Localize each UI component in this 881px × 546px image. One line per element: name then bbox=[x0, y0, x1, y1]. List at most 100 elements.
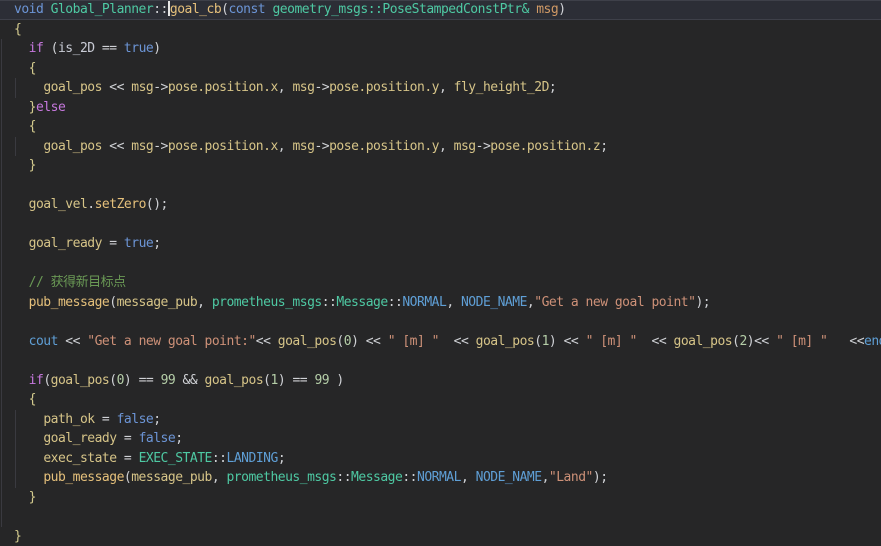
code-token bbox=[14, 295, 29, 310]
code-token: -> bbox=[476, 139, 491, 154]
indent-guide bbox=[1, 488, 2, 508]
code-token: LANDING bbox=[227, 451, 278, 466]
code-token: ); bbox=[593, 470, 608, 485]
code-token: { bbox=[14, 61, 36, 76]
code-line[interactable]: if(goal_pos(0) == 99 && goal_pos(1) == 9… bbox=[0, 371, 881, 391]
indent-guide bbox=[15, 410, 16, 430]
code-token: } bbox=[14, 490, 36, 505]
code-token: is_2D bbox=[58, 41, 95, 56]
code-token: ( bbox=[534, 334, 541, 349]
code-line[interactable] bbox=[0, 312, 881, 332]
code-line[interactable]: goal_ready = false; bbox=[0, 429, 881, 449]
code-token: prometheus_msgs bbox=[226, 470, 336, 485]
code-line[interactable]: goal_vel.setZero(); bbox=[0, 195, 881, 215]
code-token: = bbox=[95, 412, 117, 427]
code-token: { bbox=[14, 392, 36, 407]
code-token: message_pub bbox=[117, 295, 198, 310]
code-token: msg bbox=[131, 139, 153, 154]
code-token: msg bbox=[131, 80, 153, 95]
code-token: ( bbox=[221, 2, 228, 17]
code-token: NORMAL bbox=[402, 295, 446, 310]
code-token: const bbox=[229, 2, 273, 17]
code-line[interactable]: }else bbox=[0, 98, 881, 118]
indent-guide bbox=[15, 449, 16, 469]
code-token: = bbox=[117, 431, 139, 446]
code-line[interactable]: { bbox=[0, 117, 881, 137]
code-token: " [m] " bbox=[586, 334, 637, 349]
code-line[interactable] bbox=[0, 351, 881, 371]
indent-guide bbox=[1, 351, 2, 371]
code-token: ( bbox=[336, 334, 343, 349]
code-token: ( bbox=[109, 373, 116, 388]
code-token bbox=[14, 139, 43, 154]
code-line[interactable]: goal_ready = true; bbox=[0, 234, 881, 254]
code-token bbox=[14, 236, 29, 251]
code-token: fly_height_2D bbox=[454, 80, 549, 95]
code-token: path_ok bbox=[43, 412, 94, 427]
code-line[interactable] bbox=[0, 507, 881, 527]
code-token: EXEC_STATE bbox=[139, 451, 212, 466]
code-line[interactable]: pub_message(message_pub, prometheus_msgs… bbox=[0, 293, 881, 313]
code-token: ) bbox=[558, 2, 565, 17]
indent-guide bbox=[1, 507, 2, 527]
code-editor[interactable]: void Global_Planner::goal_cb(const geome… bbox=[0, 0, 881, 546]
code-token bbox=[14, 373, 29, 388]
code-line[interactable]: pub_message(message_pub, prometheus_msgs… bbox=[0, 468, 881, 488]
code-token: << bbox=[58, 334, 87, 349]
code-line[interactable]: goal_pos << msg->pose.position.x, msg->p… bbox=[0, 78, 881, 98]
code-line[interactable]: // 获得新目标点 bbox=[0, 273, 881, 293]
code-line[interactable] bbox=[0, 176, 881, 196]
code-line[interactable]: { bbox=[0, 59, 881, 79]
code-token: 2 bbox=[739, 334, 746, 349]
code-line[interactable]: } bbox=[0, 488, 881, 508]
code-token: << bbox=[102, 139, 131, 154]
code-line[interactable]: exec_state = EXEC_STATE::LANDING; bbox=[0, 449, 881, 469]
code-line[interactable]: } bbox=[0, 156, 881, 176]
code-token: 99 bbox=[161, 373, 176, 388]
indent-guide bbox=[1, 176, 2, 196]
indent-guide bbox=[15, 468, 16, 488]
code-token: :: bbox=[388, 295, 403, 310]
code-token: ; bbox=[549, 80, 556, 95]
code-token: msg bbox=[292, 139, 314, 154]
code-line[interactable]: { bbox=[0, 390, 881, 410]
code-token: " [m] " bbox=[388, 334, 439, 349]
code-token: ; bbox=[153, 236, 160, 251]
code-token: && bbox=[175, 373, 204, 388]
code-token: << bbox=[637, 334, 674, 349]
code-token: 99 bbox=[314, 373, 329, 388]
indent-guide bbox=[15, 78, 16, 98]
code-token: msg bbox=[454, 139, 476, 154]
code-line[interactable]: { bbox=[0, 20, 881, 40]
code-token: Message bbox=[336, 295, 387, 310]
code-line[interactable] bbox=[0, 254, 881, 274]
code-line[interactable]: goal_pos << msg->pose.position.x, msg->p… bbox=[0, 137, 881, 157]
code-token: pose.position.x bbox=[168, 139, 278, 154]
code-token: ); bbox=[695, 295, 710, 310]
code-line[interactable]: void Global_Planner::goal_cb(const geome… bbox=[0, 0, 881, 20]
code-line[interactable]: path_ok = false; bbox=[0, 410, 881, 430]
code-token: if bbox=[29, 41, 44, 56]
code-token: goal_pos bbox=[278, 334, 337, 349]
code-line[interactable]: cout << "Get a new goal point:"<< goal_p… bbox=[0, 332, 881, 352]
indent-guide bbox=[1, 371, 2, 391]
code-token: goal_pos bbox=[674, 334, 733, 349]
code-token bbox=[14, 80, 43, 95]
code-line[interactable] bbox=[0, 215, 881, 235]
code-token: ( bbox=[43, 41, 58, 56]
code-line[interactable]: if (is_2D == true) bbox=[0, 39, 881, 59]
code-token: = bbox=[102, 236, 124, 251]
code-line[interactable]: } bbox=[0, 527, 881, 546]
code-token: msg bbox=[292, 80, 314, 95]
code-token: ( bbox=[109, 295, 116, 310]
code-token: false bbox=[117, 412, 154, 427]
indent-guide bbox=[1, 390, 2, 410]
code-token: message_pub bbox=[131, 470, 212, 485]
code-token: = bbox=[117, 451, 139, 466]
indent-guide bbox=[1, 117, 2, 137]
code-token: msg bbox=[536, 2, 558, 17]
indent-guide bbox=[1, 429, 2, 449]
code-token: pub_message bbox=[29, 295, 110, 310]
code-token: ) == bbox=[124, 373, 161, 388]
code-token: , bbox=[439, 80, 454, 95]
